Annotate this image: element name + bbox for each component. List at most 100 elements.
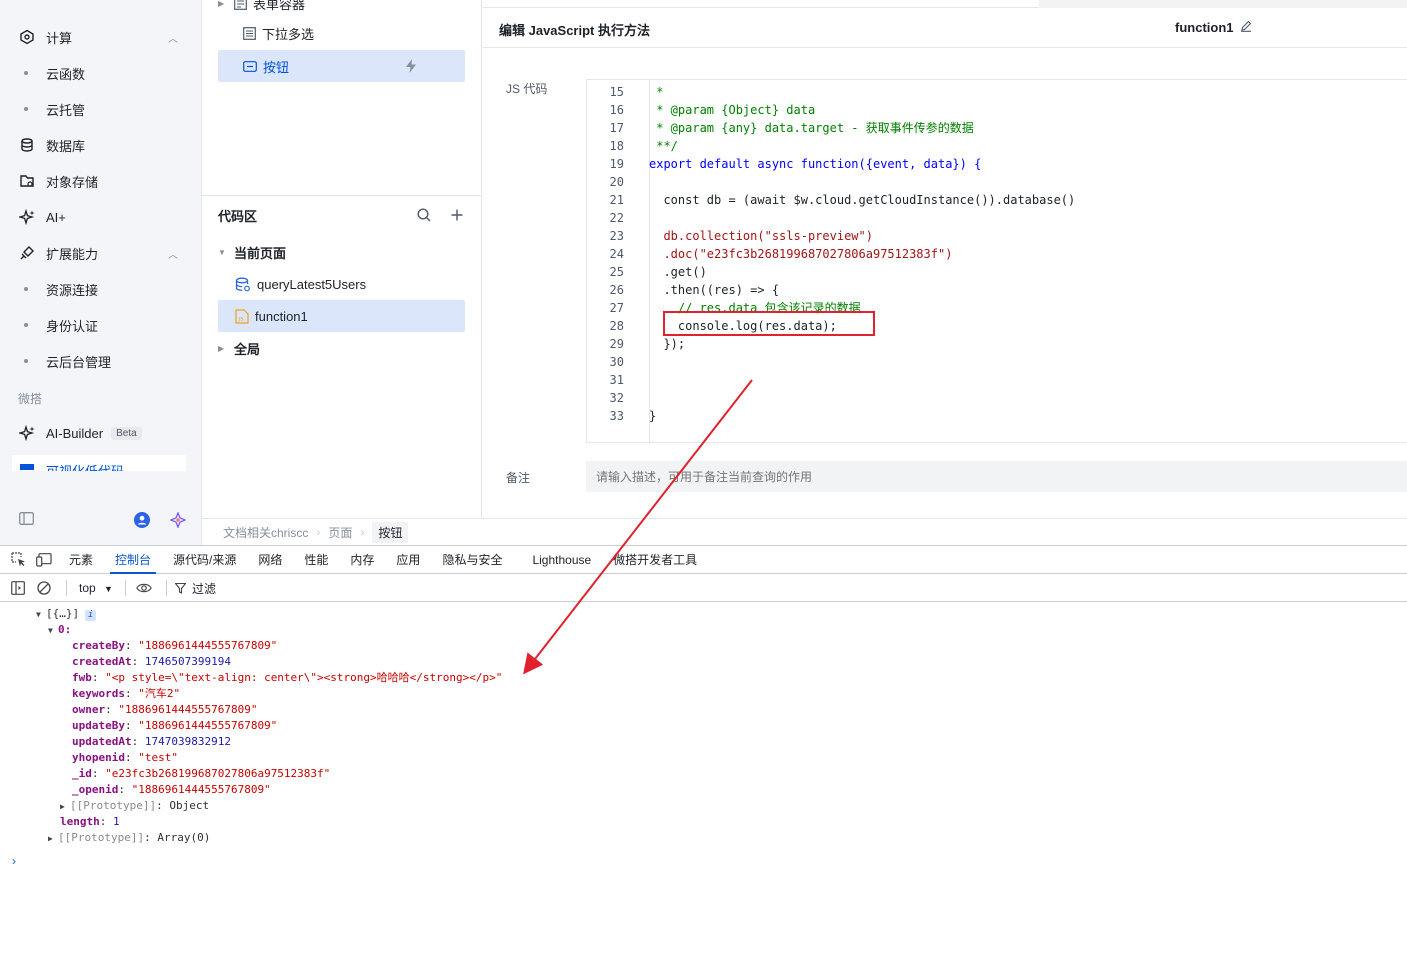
console-field-row[interactable]: fwb: "<p style=\"text-align: center\"><s… [72,670,502,686]
nav-item-ai-builder[interactable]: AI-Builder Beta [18,421,188,445]
console-proto-row[interactable]: ▶ [[Prototype]]: Object [60,798,209,815]
context-select[interactable]: top ▼ [79,581,113,595]
code-line-text[interactable]: * @param {Object} data [649,101,815,119]
tab-performance[interactable]: 性能 [293,546,339,574]
edit-pencil-icon[interactable] [1240,20,1252,35]
nav-item-cloud-function[interactable]: 云函数 [24,61,85,85]
line-number: 33 [609,409,624,423]
console-token: : [124,751,139,764]
tree-group-label: 全局 [234,341,261,357]
tree-group-global[interactable]: ▶ 全局 [218,332,465,364]
code-line-text[interactable]: .doc("e23fc3b268199687027806a97512383f") [649,245,952,263]
nav-item-object-storage[interactable]: 对象存储 [18,169,188,193]
tab-memory[interactable]: 内存 [339,546,385,574]
beta-badge: Beta [111,426,142,440]
code-line-text[interactable]: .then((res) => { [649,281,779,299]
tab-privacy-security[interactable]: 隐私与安全 [431,546,513,574]
code-line-text[interactable]: }); [649,335,685,353]
code-line-text[interactable]: db.collection("ssls-preview") [649,227,873,245]
add-icon[interactable] [451,209,463,224]
chevron-up-icon[interactable]: ︿ [168,30,178,45]
tab-network[interactable]: 网络 [247,546,293,574]
console-field-row[interactable]: updatedAt: 1747039832912 [72,734,231,750]
caret-right-icon[interactable]: ▶ [218,0,226,8]
nav-item-database[interactable]: 数据库 [18,133,188,157]
nav-item-resource-connect[interactable]: 资源连接 [24,277,98,301]
inspect-element-icon[interactable] [10,552,26,568]
console-field-row[interactable]: createBy: "1886961444555767809" [72,638,277,654]
note-input[interactable] [586,461,1407,492]
line-number: 23 [609,229,624,243]
line-number: 15 [609,85,624,99]
console-length-row[interactable]: length: 1 [60,814,120,830]
console-token: : [131,655,145,668]
console-root-row[interactable]: ▼ [{…}] i [36,606,97,623]
code-line-text[interactable]: export default async function({event, da… [649,155,981,173]
console-field-row[interactable]: owner: "1886961444555767809" [72,702,257,718]
code-line-text[interactable]: * [649,83,663,101]
code-line-text[interactable]: .get() [649,263,706,281]
tree-item-multi-select[interactable]: 下拉多选 [218,17,465,49]
cpu-icon [18,29,36,45]
line-number: 21 [609,193,624,207]
sidebar-toggle-icon[interactable] [10,580,26,596]
nav-item-auth[interactable]: 身份认证 [24,313,98,337]
tab-lighthouse[interactable]: Lighthouse [521,546,602,574]
nav-item-extensions[interactable]: 扩展能力 ︿ [18,241,188,265]
nav-item-cloud-hosting[interactable]: 云托管 [24,97,85,121]
lightning-icon[interactable] [405,59,417,76]
caret-right-icon[interactable]: ▶ [218,344,226,353]
console-field-row[interactable]: yhopenid: "test" [72,750,178,766]
console-field-row[interactable]: _openid: "1886961444555767809" [72,782,271,798]
search-icon[interactable] [417,208,431,225]
info-icon: i [85,610,97,621]
code-item-function1[interactable]: JS function1 [218,300,465,332]
nav-item-compute[interactable]: 计算 ︿ [18,25,188,49]
console-index: 0: [58,623,72,636]
console-index-row[interactable]: ▼ 0: [48,622,71,639]
device-toggle-icon[interactable] [36,552,52,568]
nav-item-ai-plus[interactable]: AI+ [18,205,188,229]
breadcrumb-item-app[interactable]: 文档相关chriscc [223,524,308,541]
nav-item-cloud-admin[interactable]: 云后台管理 [24,349,111,373]
code-item-query[interactable]: queryLatest5Users [218,268,465,300]
console-field-row[interactable]: updateBy: "1886961444555767809" [72,718,277,734]
tree-item-button[interactable]: 按钮 [218,50,465,82]
code-line-text[interactable]: } [649,407,656,425]
divider [124,580,126,596]
filter-placeholder: 过滤 [191,581,216,596]
nav-item-lowcode[interactable]: 可视化低代码 [12,455,186,471]
code-line-text[interactable]: **/ [649,137,678,155]
code-line-text[interactable]: * @param {any} data.target - 获取事件传参的数据 [649,119,974,137]
plug-icon [18,245,36,261]
chevron-right-icon: › [360,525,365,539]
console-prompt[interactable]: › [12,854,16,868]
console-field-row[interactable]: _id: "e23fc3b268199687027806a97512383f" [72,766,330,782]
chevron-up-icon[interactable]: ︿ [168,246,178,261]
svg-text:JS: JS [238,317,244,323]
console-key: createBy [72,639,125,652]
breadcrumb-item-page[interactable]: 页面 [328,524,352,541]
tree-item-label: 表单容器 [253,0,306,12]
console-proto-row[interactable]: ▶ [[Prototype]]: Array(0) [48,830,210,847]
tab-application[interactable]: 应用 [385,546,431,574]
code-editor[interactable]: 15 * 16 * @param {Object} data 17 * @param… [586,79,1407,444]
function-name[interactable]: function1 [1175,20,1252,35]
tab-weda-devtools[interactable]: 微搭开发者工具 [602,546,708,574]
user-avatar-icon[interactable] [134,512,150,531]
code-section-title: 代码区 [218,209,258,224]
tab-sources[interactable]: 源代码/来源 [162,546,247,574]
clear-console-icon[interactable] [36,580,52,596]
console-field-row[interactable]: keywords: "汽车2" [72,686,180,702]
js-editor-panel: 编辑 JavaScript 执行方法 function1 JS 代码 15 * 1… [483,0,1407,518]
tab-elements[interactable]: 元素 [58,546,104,574]
collapse-sidebar-icon[interactable] [19,512,34,528]
eye-icon[interactable] [136,580,152,596]
tree-group-current-page[interactable]: ▼ 当前页面 [218,236,465,268]
console-field-row[interactable]: createdAt: 1746507399194 [72,654,231,670]
filter-input[interactable]: 过滤 [174,580,216,597]
app-logo-icon[interactable] [169,511,187,531]
code-line-text[interactable]: const db = (await $w.cloud.getCloudInsta… [649,191,1075,209]
caret-down-icon[interactable]: ▼ [218,248,226,257]
tab-console[interactable]: 控制台 [104,546,162,574]
